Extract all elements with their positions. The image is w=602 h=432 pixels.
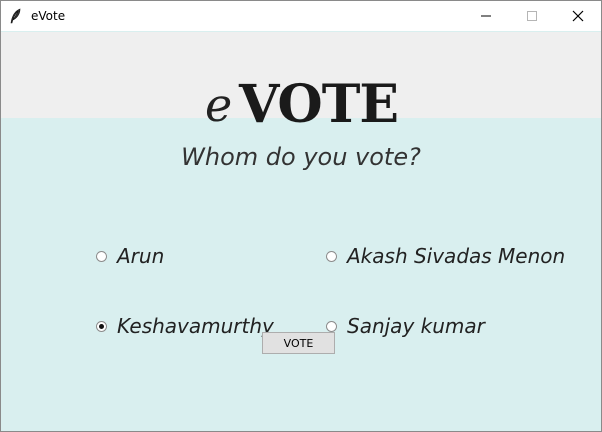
radio-button[interactable]: [326, 250, 337, 262]
candidate-option-keshavamurthy[interactable]: Keshavamurthy: [96, 314, 274, 338]
maximize-icon: [527, 11, 537, 21]
radio-button[interactable]: [96, 250, 107, 262]
candidate-option-arun[interactable]: Arun: [96, 244, 164, 268]
candidate-label[interactable]: Keshavamurthy: [117, 314, 274, 338]
candidate-label[interactable]: Sanjay kumar: [347, 314, 485, 338]
close-icon: [572, 10, 584, 22]
vote-button[interactable]: VOTE: [262, 332, 335, 354]
app-window: eVote e VOTE Whom do you vote? Arun Akas…: [0, 0, 602, 432]
title-bar: eVote: [1, 1, 601, 31]
close-button[interactable]: [555, 1, 601, 31]
radio-button-selected[interactable]: [96, 320, 107, 332]
candidate-option-sanjay[interactable]: Sanjay kumar: [326, 314, 485, 338]
candidate-label[interactable]: Arun: [117, 244, 164, 268]
radio-button[interactable]: [326, 320, 337, 332]
maximize-button[interactable]: [509, 1, 555, 31]
window-title: eVote: [31, 9, 66, 23]
candidate-label[interactable]: Akash Sivadas Menon: [347, 244, 565, 268]
candidate-option-akash[interactable]: Akash Sivadas Menon: [326, 244, 565, 268]
logo-prefix: e: [205, 78, 233, 132]
minimize-button[interactable]: [463, 1, 509, 31]
feather-icon: [9, 8, 23, 24]
question-heading: Whom do you vote?: [181, 143, 421, 171]
minimize-icon: [481, 15, 491, 17]
logo-banner: e VOTE: [1, 32, 601, 135]
logo-main: VOTE: [239, 74, 399, 135]
